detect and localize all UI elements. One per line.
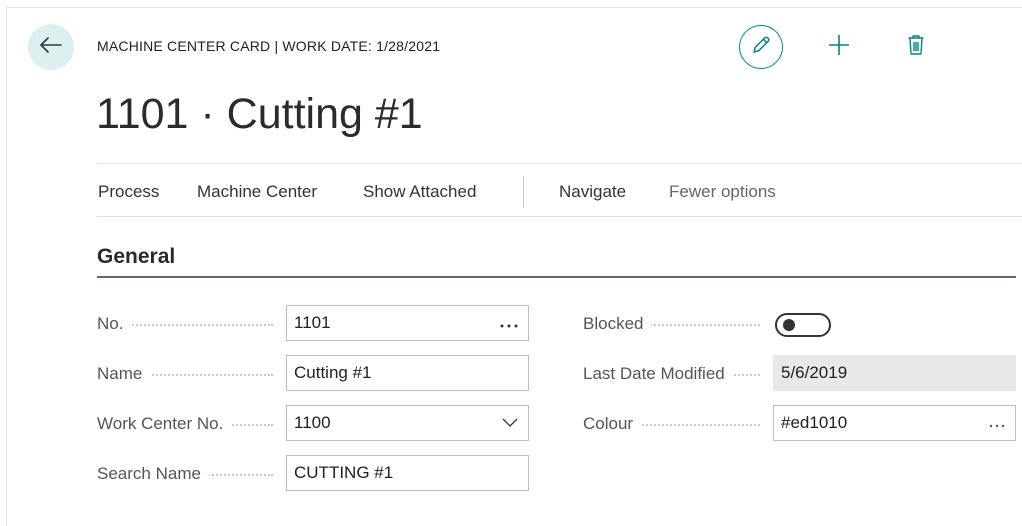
plus-icon (828, 34, 850, 61)
colour-assist-button[interactable] (989, 406, 1005, 440)
menu-separator (523, 176, 524, 208)
back-button[interactable] (28, 24, 74, 70)
page-frame-top (6, 7, 1022, 8)
menu-show-attached[interactable]: Show Attached (363, 182, 476, 202)
no-field[interactable]: 1101 (286, 305, 529, 341)
page-title: 1101 · Cutting #1 (96, 90, 423, 138)
field-label-name: Name (97, 362, 273, 386)
colour-field[interactable]: #ed1010 (773, 405, 1016, 441)
menu-navigate[interactable]: Navigate (559, 182, 626, 202)
ellipsis-icon (500, 306, 518, 340)
search-name-field[interactable]: CUTTING #1 (286, 455, 529, 491)
ellipsis-icon (989, 406, 1005, 440)
field-label-last-date-modified: Last Date Modified (583, 362, 760, 386)
work-center-no-value: 1100 (294, 413, 331, 432)
colour-value: #ed1010 (781, 413, 848, 432)
chevron-down-icon (502, 406, 518, 440)
assist-edit-button[interactable] (500, 306, 518, 340)
name-value: Cutting #1 (294, 363, 372, 382)
section-title-general[interactable]: General (97, 245, 175, 269)
new-button[interactable] (826, 34, 852, 60)
page-frame-left (6, 7, 7, 526)
blocked-toggle[interactable] (775, 313, 831, 337)
page-caption: MACHINE CENTER CARD | WORK DATE: 1/28/20… (97, 38, 441, 54)
arrow-left-icon (40, 36, 62, 58)
header-divider (97, 163, 1022, 164)
toggle-knob (783, 319, 795, 331)
menu-process[interactable]: Process (98, 182, 159, 202)
menu-fewer-options[interactable]: Fewer options (669, 182, 776, 202)
pencil-icon (750, 34, 772, 61)
work-center-no-dropdown[interactable]: 1100 (286, 405, 529, 441)
field-label-work-center-no: Work Center No. (97, 412, 273, 436)
field-label-colour: Colour (583, 412, 760, 436)
delete-button[interactable] (903, 34, 929, 60)
dropdown-toggle[interactable] (502, 406, 518, 440)
trash-icon (907, 34, 925, 61)
no-value: 1101 (294, 313, 331, 332)
field-label-blocked: Blocked (583, 312, 760, 336)
section-rule (97, 276, 1016, 278)
menu-machine-center[interactable]: Machine Center (197, 182, 317, 202)
edit-button[interactable] (739, 25, 783, 69)
menu-divider (97, 216, 1022, 217)
field-label-no: No. (97, 312, 273, 336)
field-label-search-name: Search Name (97, 462, 273, 486)
last-date-modified-field: 5/6/2019 (773, 355, 1016, 391)
name-field[interactable]: Cutting #1 (286, 355, 529, 391)
search-name-value: CUTTING #1 (294, 463, 394, 482)
last-date-modified-value: 5/6/2019 (781, 363, 848, 382)
